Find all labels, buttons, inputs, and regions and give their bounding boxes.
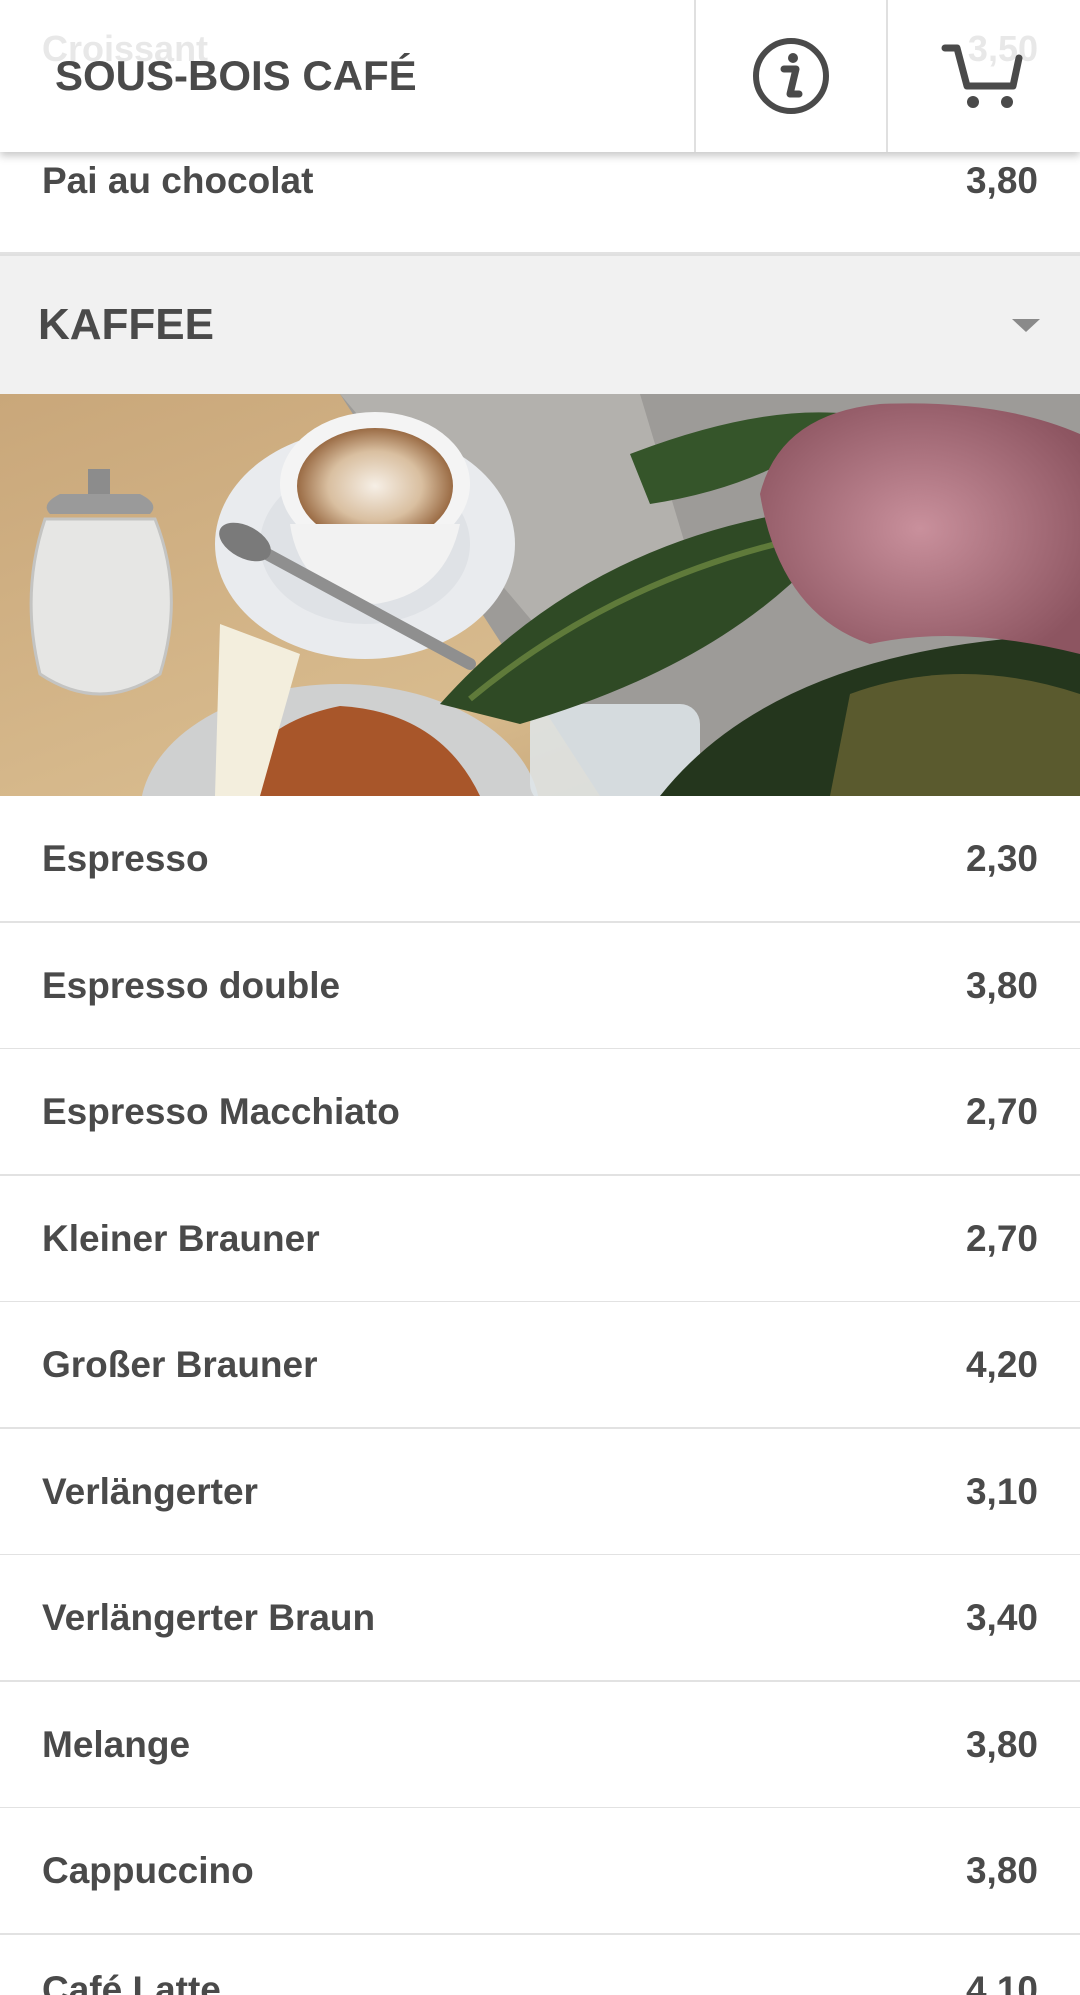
- menu-item-name: Cappuccino: [42, 1849, 254, 1891]
- menu-item-row[interactable]: Verlängerter Braun 3,40: [0, 1555, 1080, 1682]
- category-title: KAFFEE: [38, 300, 214, 349]
- menu-item-row[interactable]: Cappuccino 3,80: [0, 1808, 1080, 1935]
- menu-item-price: 3,80: [965, 1849, 1038, 1891]
- menu-item-row[interactable]: Espresso 2,30: [0, 796, 1080, 923]
- menu-item-row[interactable]: Verlängerter 3,10: [0, 1429, 1080, 1556]
- menu-item-name: Espresso double: [42, 964, 341, 1006]
- menu-item-name: Espresso: [42, 837, 209, 879]
- menu-item-row[interactable]: Großer Brauner 4,20: [0, 1302, 1080, 1429]
- menu-item-name: Großer Brauner: [42, 1343, 318, 1385]
- menu-item-name: Verlängerter Braun: [42, 1596, 376, 1638]
- menu-item-name: Verlängerter: [42, 1470, 258, 1512]
- menu-item-name: Pai au chocolat: [42, 159, 314, 201]
- shopping-cart-icon: [941, 44, 1023, 108]
- menu-item-price: 2,70: [965, 1217, 1038, 1259]
- caret-down-icon: [1012, 319, 1040, 332]
- info-button[interactable]: [696, 0, 888, 152]
- menu-item-price: 2,70: [965, 1090, 1038, 1132]
- menu-item-row[interactable]: Melange 3,80: [0, 1682, 1080, 1809]
- brand-area[interactable]: Croissant SOUS-BOIS CAFÉ: [0, 0, 696, 152]
- menu-item-name: Kleiner Brauner: [42, 1217, 320, 1259]
- category-header-kaffee[interactable]: KAFFEE: [0, 254, 1080, 394]
- menu-page: Croissant SOUS-BOIS CAFÉ 3,50 Pai au cho…: [0, 0, 1080, 1995]
- menu-item-price: 3,10: [965, 1470, 1038, 1512]
- menu-item-name: Melange: [42, 1723, 191, 1765]
- menu-item-name: Café Latte: [42, 1969, 221, 1995]
- menu-item-price: 2,30: [965, 837, 1038, 879]
- menu-item-price: 3,80: [965, 1723, 1038, 1765]
- menu-item-row[interactable]: Espresso Macchiato 2,70: [0, 1049, 1080, 1176]
- app-header: Croissant SOUS-BOIS CAFÉ 3,50: [0, 0, 1080, 152]
- menu-item-row[interactable]: Espresso double 3,80: [0, 923, 1080, 1050]
- menu-item-name: Espresso Macchiato: [42, 1090, 400, 1132]
- menu-item-price: 3,40: [965, 1596, 1038, 1638]
- category-banner-image: [0, 394, 1080, 796]
- menu-item-price: 3,80: [965, 964, 1038, 1006]
- menu-item-price: 4,20: [965, 1343, 1038, 1385]
- menu-item-row[interactable]: Kleiner Brauner 2,70: [0, 1176, 1080, 1303]
- cart-button[interactable]: 3,50: [888, 0, 1080, 152]
- brand-title: SOUS-BOIS CAFÉ: [55, 52, 417, 99]
- menu-item-price: 3,80: [965, 159, 1038, 201]
- info-circle-icon: [753, 38, 829, 114]
- menu-item-row[interactable]: Café Latte 4,10: [0, 1935, 1080, 1995]
- menu-item-price: 4,10: [965, 1969, 1038, 1995]
